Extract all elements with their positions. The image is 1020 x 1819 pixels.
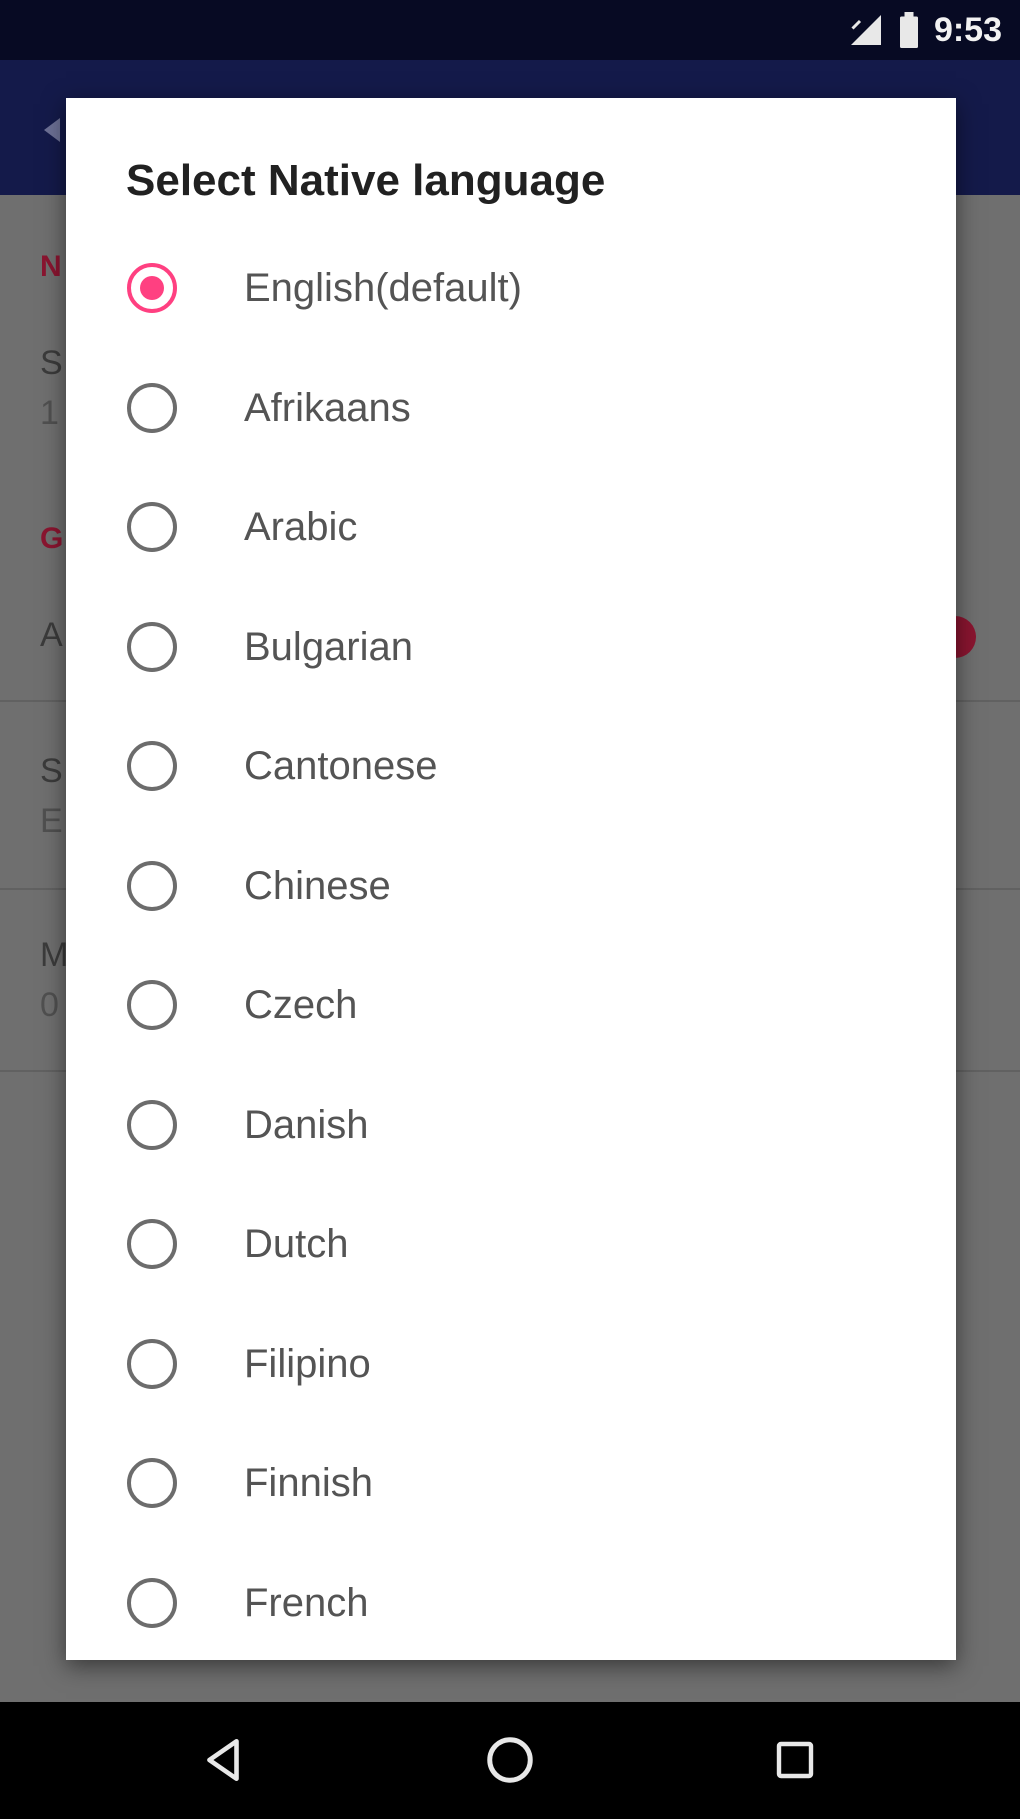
language-dialog: Select Native language English(default) … bbox=[66, 98, 956, 1660]
option-danish[interactable]: Danish bbox=[66, 1065, 956, 1185]
option-label: Czech bbox=[244, 983, 358, 1027]
recents-button[interactable] bbox=[765, 1730, 825, 1790]
option-label: Chinese bbox=[244, 863, 391, 908]
option-label: Afrikaans bbox=[244, 385, 411, 430]
background-text: S bbox=[40, 344, 63, 382]
radio-unchecked-icon[interactable] bbox=[127, 1099, 177, 1150]
option-label: English(default) bbox=[244, 266, 522, 310]
radio-unchecked-icon[interactable] bbox=[127, 1338, 177, 1389]
recents-icon bbox=[776, 1741, 814, 1779]
radio-unchecked-icon[interactable] bbox=[127, 1458, 177, 1508]
radio-unchecked-icon[interactable] bbox=[127, 621, 177, 672]
option-finnish[interactable]: Finnish bbox=[66, 1423, 956, 1543]
radio-unchecked-icon[interactable] bbox=[127, 741, 177, 791]
option-label: Finnish bbox=[244, 1461, 373, 1505]
option-label: French bbox=[244, 1580, 369, 1625]
option-filipino[interactable]: Filipino bbox=[66, 1304, 956, 1424]
radio-checked-icon[interactable] bbox=[127, 263, 177, 313]
background-text: 0 bbox=[40, 986, 59, 1024]
status-icons: 9:53 bbox=[848, 10, 1002, 50]
home-icon bbox=[487, 1737, 533, 1783]
radio-unchecked-icon[interactable] bbox=[127, 502, 177, 552]
language-options: English(default) Afrikaans Arabic Bulgar… bbox=[66, 228, 956, 1660]
option-label: Arabic bbox=[244, 505, 358, 549]
dialog-title: Select Native language bbox=[126, 156, 606, 205]
option-label: Filipino bbox=[244, 1341, 371, 1386]
status-bar: 9:53 bbox=[0, 0, 1020, 60]
option-dutch[interactable]: Dutch bbox=[66, 1184, 956, 1304]
home-button[interactable] bbox=[480, 1730, 540, 1790]
option-bulgarian[interactable]: Bulgarian bbox=[66, 587, 956, 707]
radio-unchecked-icon[interactable] bbox=[127, 980, 177, 1030]
back-icon bbox=[207, 1738, 239, 1782]
option-label: Danish bbox=[244, 1102, 369, 1147]
option-afrikaans[interactable]: Afrikaans bbox=[66, 348, 956, 468]
option-label: Bulgarian bbox=[244, 624, 414, 669]
signal-icon bbox=[850, 15, 881, 45]
back-arrow-icon bbox=[44, 118, 60, 142]
radio-unchecked-icon[interactable] bbox=[127, 382, 177, 433]
option-cantonese[interactable]: Cantonese bbox=[66, 706, 956, 826]
background-section-header: G bbox=[40, 522, 64, 555]
background-text: S bbox=[40, 752, 63, 790]
radio-unchecked-icon[interactable] bbox=[127, 1219, 177, 1269]
status-time: 9:53 bbox=[933, 10, 1002, 49]
option-english-default[interactable]: English(default) bbox=[66, 228, 956, 348]
radio-unchecked-icon[interactable] bbox=[127, 1577, 177, 1628]
option-label: Dutch bbox=[244, 1222, 349, 1266]
back-button[interactable] bbox=[194, 1730, 254, 1790]
option-chinese[interactable]: Chinese bbox=[66, 826, 956, 946]
option-czech[interactable]: Czech bbox=[66, 945, 956, 1065]
option-french[interactable]: French bbox=[66, 1543, 956, 1661]
background-text: 1 bbox=[40, 394, 59, 432]
battery-icon bbox=[899, 12, 918, 48]
background-text: A bbox=[40, 616, 63, 654]
background-text: M bbox=[40, 936, 69, 974]
navigation-bar bbox=[0, 1702, 1020, 1819]
background-section-header: N bbox=[40, 250, 62, 283]
option-label: Cantonese bbox=[244, 744, 438, 788]
radio-unchecked-icon[interactable] bbox=[127, 860, 177, 911]
background-text: E bbox=[40, 802, 63, 840]
option-arabic[interactable]: Arabic bbox=[66, 467, 956, 587]
